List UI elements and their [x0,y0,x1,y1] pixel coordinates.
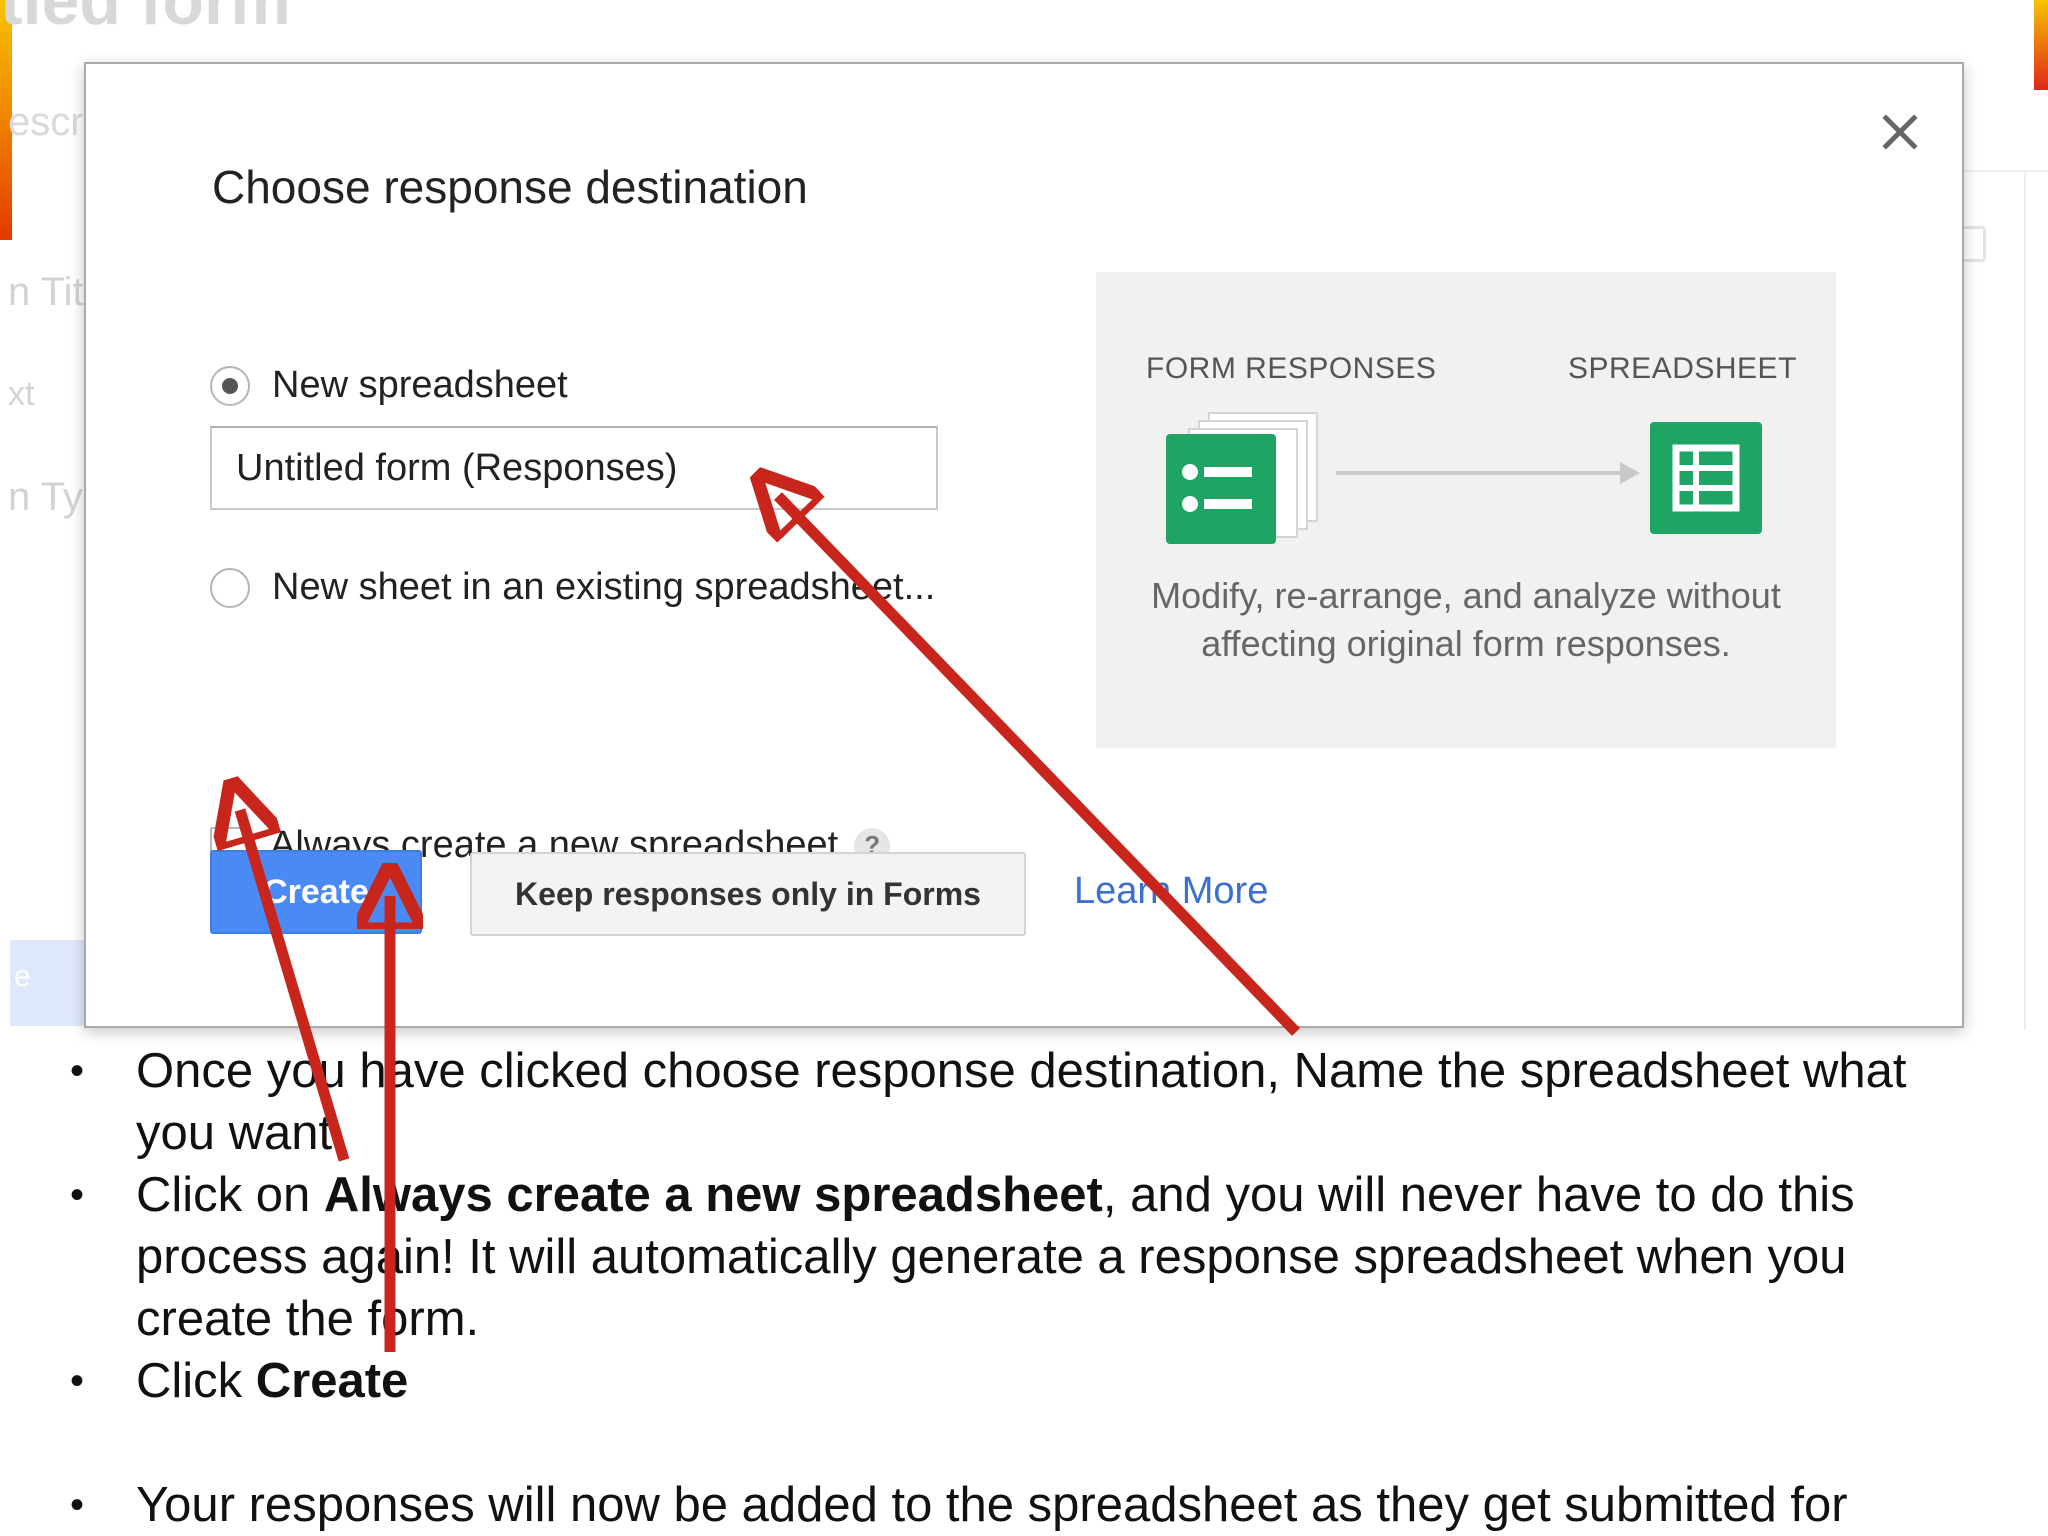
learn-more-link[interactable]: Learn More [1074,870,1268,913]
spreadsheet-label: SPREADSHEET [1568,352,1797,385]
info-panel: FORM RESPONSES SPREADSHEET Modify, re-ar… [1096,272,1836,748]
keep-in-forms-button[interactable]: Keep responses only in Forms [470,852,1026,936]
background-divider [1960,170,2048,172]
flow-arrow-line [1336,471,1624,475]
instruction-text: Click [136,1354,256,1408]
dialog-title: Choose response destination [212,161,808,213]
forms-stack [1166,412,1336,544]
background-form-title: tled form [0,0,291,39]
instruction-bold-text: Create [255,1354,409,1408]
create-button[interactable]: Create [210,850,422,934]
form-responses-label: FORM RESPONSES [1146,352,1437,385]
option-new-spreadsheet-label: New spreadsheet [272,364,568,406]
instruction-bold-text: Always create a new spreadsheet [323,1168,1103,1222]
close-button[interactable] [1872,104,1928,160]
background-help-text: xt [8,375,35,413]
instruction-list: Once you have clicked choose response de… [70,1040,1970,1536]
response-destination-dialog: Choose response destination New spreadsh… [84,62,1964,1028]
google-forms-icon [1166,434,1276,544]
radio-existing-spreadsheet[interactable] [210,567,250,608]
instruction-text: Your responses will now be added to the … [136,1478,1848,1532]
background-description: escri [8,100,93,144]
option-new-spreadsheet[interactable]: New spreadsheet [210,364,568,407]
option-existing-spreadsheet[interactable]: New sheet in an existing spreadsheet... [210,566,935,609]
info-description: Modify, re-arrange, and analyze without … [1151,575,1781,664]
instruction-item: Click Create [70,1350,1970,1412]
instruction-text: Once you have clicked choose response de… [136,1044,1907,1160]
radio-new-spreadsheet[interactable] [210,365,250,406]
background-question-title: n Tit [8,270,84,314]
close-icon [1882,114,1918,150]
instruction-text: Click on [136,1168,324,1222]
background-question-type: n Ty [8,475,83,519]
flow-arrow-head [1620,462,1640,484]
instruction-item: Your responses will now be added to the … [70,1474,1970,1536]
background-divider-vertical [2024,170,2026,1030]
option-existing-spreadsheet-label: New sheet in an existing spreadsheet... [272,566,936,608]
google-sheets-icon [1650,422,1762,534]
spreadsheet-name-input[interactable] [210,426,938,510]
instruction-item: Click on Always create a new spreadsheet… [70,1164,1970,1350]
background-blue-button: e [10,940,84,1026]
instruction-item: Once you have clicked choose response de… [70,1040,1970,1164]
slide-accent-right [2034,0,2048,90]
